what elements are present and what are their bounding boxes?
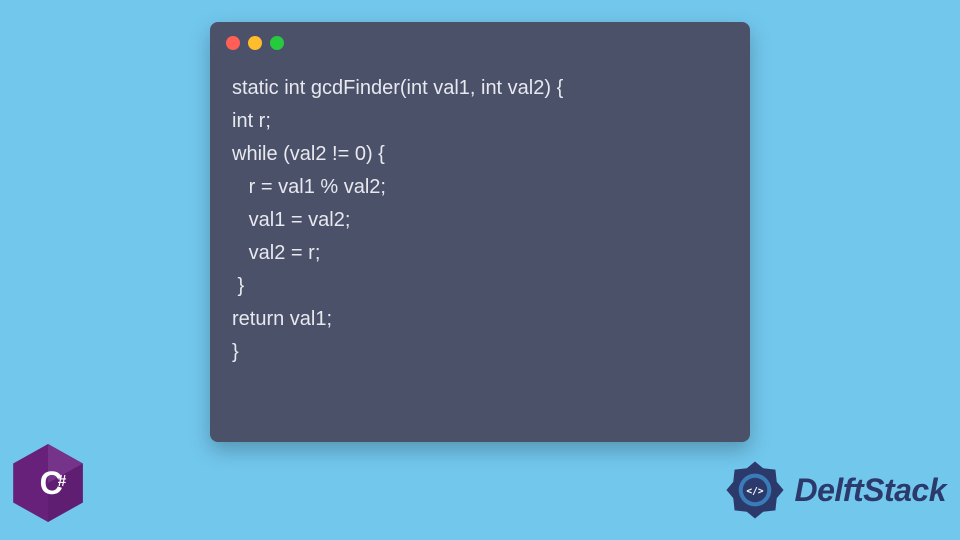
code-body: static int gcdFinder(int val1, int val2)… [210,58,750,387]
delftstack-logo: </> DelftStack [721,456,947,524]
code-line: int r; [232,110,271,132]
code-line: while (val2 != 0) { [232,143,385,165]
code-line: static int gcdFinder(int val1, int val2)… [232,77,563,99]
csharp-icon: C # [12,444,84,522]
code-line: val2 = r; [232,242,320,264]
svg-text:#: # [58,473,67,490]
svg-text:</>: </> [746,486,763,497]
code-line: return val1; [232,308,332,330]
delftstack-label: DelftStack [795,472,947,509]
code-window: static int gcdFinder(int val1, int val2)… [210,22,750,442]
code-line: val1 = val2; [232,209,350,231]
delftstack-badge-icon: </> [721,456,789,524]
close-icon [226,36,240,50]
code-line: } [232,341,239,363]
code-line: } [232,275,244,297]
maximize-icon [270,36,284,50]
window-header [210,22,750,58]
code-line: r = val1 % val2; [232,176,386,198]
minimize-icon [248,36,262,50]
